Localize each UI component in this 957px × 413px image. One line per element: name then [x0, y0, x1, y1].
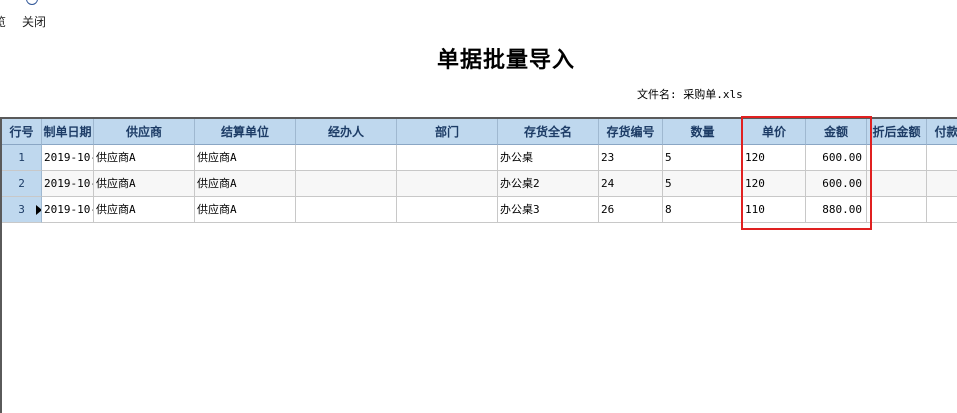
page-title: 单据批量导入: [436, 47, 575, 73]
col-header-date[interactable]: 制单日期: [42, 119, 94, 145]
col-header-department[interactable]: 部门: [397, 119, 498, 145]
table-cell-item-name[interactable]: 办公桌2: [498, 171, 599, 197]
table-cell-discount-amount[interactable]: [867, 197, 927, 223]
col-header-payment[interactable]: 付款: [927, 119, 957, 145]
table-cell-date[interactable]: 2019-10-: [42, 197, 94, 223]
col-header-unit-price[interactable]: 单价: [743, 119, 806, 145]
table-cell-unit-price[interactable]: 110: [743, 197, 806, 223]
table-cell-supplier[interactable]: 供应商A: [94, 145, 195, 171]
table-cell-department[interactable]: [397, 197, 498, 223]
table-cell-department[interactable]: [397, 171, 498, 197]
table-cell-unit-price[interactable]: 120: [743, 171, 806, 197]
col-header-row-number[interactable]: 行号: [2, 119, 42, 145]
table-cell-item-name[interactable]: 办公桌3: [498, 197, 599, 223]
col-header-settlement-unit[interactable]: 结算单位: [195, 119, 296, 145]
close-button[interactable]: 关闭: [22, 14, 46, 30]
col-header-handler[interactable]: 经办人: [296, 119, 397, 145]
table-cell-settlement-unit[interactable]: 供应商A: [195, 197, 296, 223]
table-cell-item-name[interactable]: 办公桌: [498, 145, 599, 171]
toolbar-button-cut[interactable]: 览: [0, 14, 6, 30]
close-icon[interactable]: [26, 0, 38, 5]
table-cell-handler[interactable]: [296, 197, 397, 223]
table-cell-department[interactable]: [397, 145, 498, 171]
table-cell-discount-amount[interactable]: [867, 145, 927, 171]
table-cell-item-code[interactable]: 24: [599, 171, 663, 197]
table-cell-date[interactable]: 2019-10-: [42, 145, 94, 171]
table-cell-amount[interactable]: 880.00: [806, 197, 867, 223]
table-cell-handler[interactable]: [296, 171, 397, 197]
col-header-item-code[interactable]: 存货编号: [599, 119, 663, 145]
table-cell-settlement-unit[interactable]: 供应商A: [195, 145, 296, 171]
col-header-discount-amount[interactable]: 折后金额: [867, 119, 927, 145]
table-cell-amount[interactable]: 600.00: [806, 171, 867, 197]
table-cell-amount[interactable]: 600.00: [806, 145, 867, 171]
table-cell-item-code[interactable]: 23: [599, 145, 663, 171]
table-cell-date[interactable]: 2019-10-: [42, 171, 94, 197]
row-number[interactable]: 1: [2, 145, 42, 171]
toolbar: 览 关闭: [0, 0, 957, 32]
import-data-grid[interactable]: 行号 制单日期 供应商 结算单位 经办人 部门 存货全名 存货编号 数量 单价 …: [0, 117, 957, 413]
table-cell-item-code[interactable]: 26: [599, 197, 663, 223]
row-number[interactable]: 2: [2, 171, 42, 197]
col-header-item-name[interactable]: 存货全名: [498, 119, 599, 145]
table-cell-payment[interactable]: [927, 197, 957, 223]
file-name-label: 文件名: 采购单.xls: [637, 88, 743, 101]
row-number-text: 3: [18, 203, 25, 216]
table-cell-payment[interactable]: [927, 145, 957, 171]
table-cell-unit-price[interactable]: 120: [743, 145, 806, 171]
col-header-amount[interactable]: 金额: [806, 119, 867, 145]
table-cell-quantity[interactable]: 8: [663, 197, 743, 223]
table-cell-settlement-unit[interactable]: 供应商A: [195, 171, 296, 197]
table-cell-payment[interactable]: [927, 171, 957, 197]
table-cell-handler[interactable]: [296, 145, 397, 171]
table-cell-quantity[interactable]: 5: [663, 171, 743, 197]
col-header-quantity[interactable]: 数量: [663, 119, 743, 145]
row-number[interactable]: 3: [2, 197, 42, 223]
table-cell-discount-amount[interactable]: [867, 171, 927, 197]
table-cell-quantity[interactable]: 5: [663, 145, 743, 171]
table-cell-supplier[interactable]: 供应商A: [94, 171, 195, 197]
table-cell-supplier[interactable]: 供应商A: [94, 197, 195, 223]
col-header-supplier[interactable]: 供应商: [94, 119, 195, 145]
